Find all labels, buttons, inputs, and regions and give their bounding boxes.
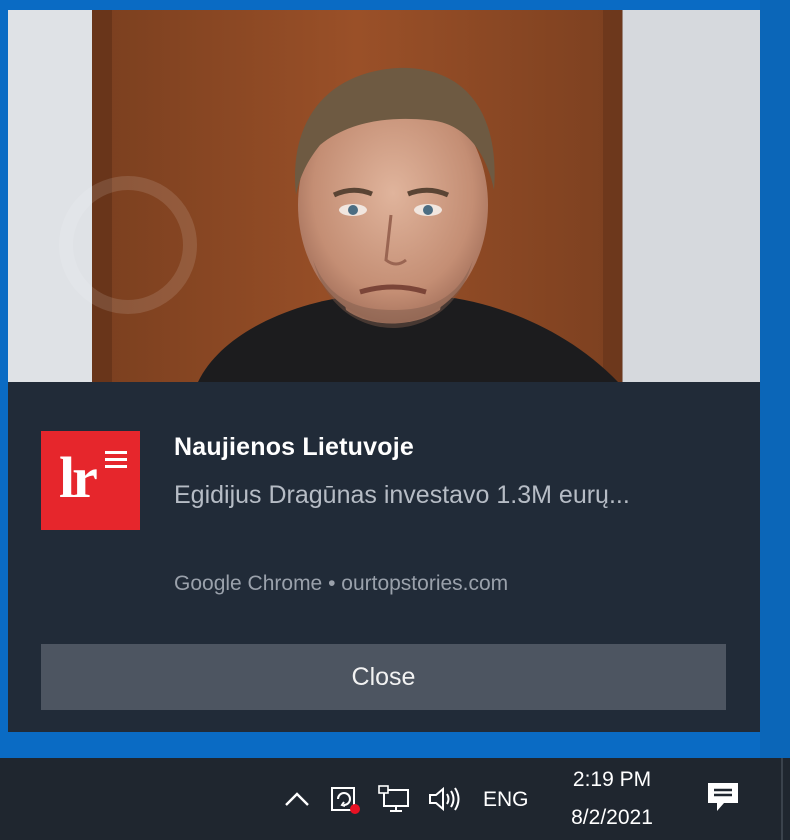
language-indicator[interactable]: ENG	[483, 788, 529, 812]
notification-message: Egidijus Dragūnas investavo 1.3M eurų...	[174, 481, 630, 509]
desktop-edge	[760, 0, 790, 758]
logo-lines-icon	[105, 451, 127, 472]
notification-title: Naujienos Lietuvoje	[174, 433, 414, 461]
chevron-up-icon[interactable]	[280, 782, 314, 816]
toast-body[interactable]: lr Naujienos Lietuvoje Egidijus Dragūnas…	[8, 382, 760, 732]
volume-icon[interactable]	[426, 782, 460, 816]
hero-image	[8, 10, 760, 382]
security-center-icon[interactable]	[328, 782, 362, 816]
app-logo: lr	[41, 431, 140, 530]
clock-time[interactable]: 2:19 PM	[556, 768, 668, 792]
toast-notification[interactable]: lr Naujienos Lietuvoje Egidijus Dragūnas…	[8, 10, 760, 732]
clock-date[interactable]: 8/2/2021	[556, 806, 668, 830]
show-desktop-edge[interactable]	[781, 758, 783, 840]
taskbar: ENG 2:19 PM 8/2/2021	[0, 758, 790, 840]
notification-attribution: Google Chrome • ourtopstories.com	[174, 572, 509, 595]
logo-text: lr	[59, 445, 98, 510]
close-button[interactable]: Close	[41, 644, 726, 710]
network-icon[interactable]	[378, 782, 412, 816]
action-center-icon[interactable]	[706, 780, 740, 814]
